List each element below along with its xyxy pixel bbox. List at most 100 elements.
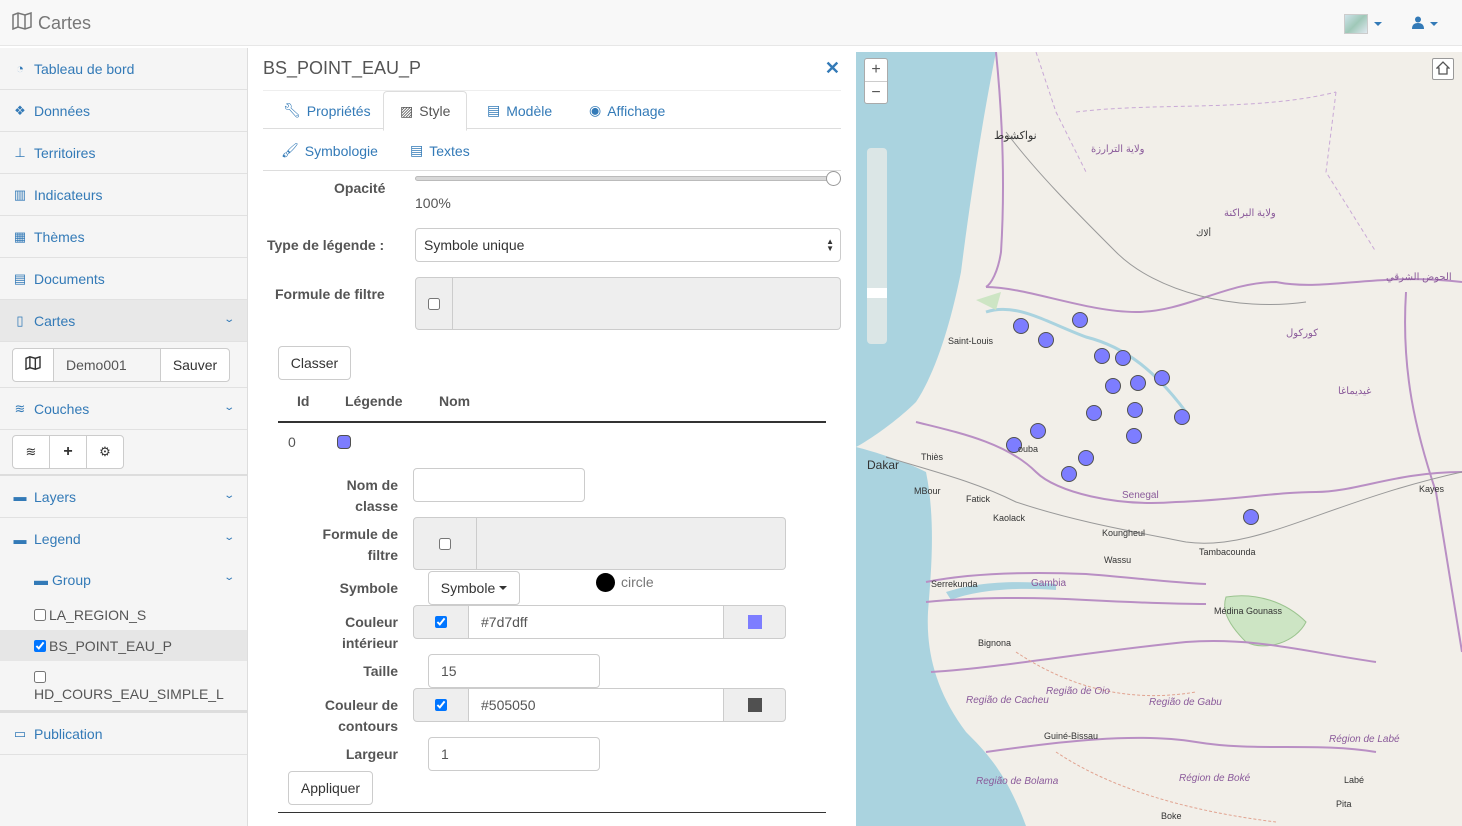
file-code-icon: ▤: [487, 102, 501, 118]
stroke-color-enable-checkbox[interactable]: [435, 699, 447, 711]
legend-layer-item[interactable]: LA_REGION_S: [0, 600, 247, 630]
sidebar-item-territories[interactable]: ⊥ Territoires: [0, 132, 247, 174]
stroke-color-picker[interactable]: [723, 688, 786, 722]
map-label: ولاية البراكنة: [1224, 208, 1276, 219]
map-select-button[interactable]: [12, 347, 54, 382]
map-label: Boke: [1161, 811, 1182, 821]
app-title: Cartes: [38, 13, 92, 33]
home-extent-button[interactable]: [1432, 58, 1454, 80]
close-icon[interactable]: ✕: [825, 58, 840, 79]
layer-visibility-checkbox[interactable]: [34, 671, 46, 683]
sidebar-item-label: Cartes: [34, 312, 76, 329]
map-label: Tambacounda: [1199, 547, 1256, 557]
map-label: Bignona: [978, 638, 1012, 648]
table-header-name: Nom: [439, 393, 471, 409]
opacity-slider-handle[interactable]: [826, 171, 841, 186]
tab-texts[interactable]: ▤ Textes: [394, 130, 486, 171]
symbol-name: circle: [621, 574, 654, 590]
map-label: Kaolack: [993, 513, 1026, 523]
opacity-label: Opacité: [334, 180, 386, 196]
zoom-slider[interactable]: [867, 148, 887, 344]
filter-textarea[interactable]: [453, 277, 841, 330]
size-input[interactable]: 15: [428, 654, 600, 688]
tab-bar: 🔧︎ Propriétés ▨ Style ▤ Modèle ◉ Affichage: [263, 90, 841, 131]
map-label: Fatick: [966, 494, 991, 504]
save-button[interactable]: Sauver: [160, 347, 230, 382]
classify-button[interactable]: Classer: [278, 346, 351, 380]
sidebar-item-data[interactable]: ❖ Données: [0, 90, 247, 132]
fill-color-addon: [413, 605, 469, 639]
sidebar-item-dashboard[interactable]: ◔ Tableau de bord: [0, 48, 247, 90]
map-label: Saint-Louis: [948, 336, 994, 346]
layer-visibility-checkbox[interactable]: [34, 639, 46, 652]
map-label: ألاك: [1196, 228, 1212, 238]
sidebar-item-indicators[interactable]: ▥ Indicateurs: [0, 174, 247, 216]
map-label: ouba: [1018, 444, 1039, 454]
zoom-out-button[interactable]: −: [865, 81, 887, 103]
sidebar-item-publication[interactable]: ▭ Publication: [0, 713, 247, 755]
class-filter-input-group: [413, 517, 786, 570]
class-name-input[interactable]: [413, 468, 585, 502]
sidebar-item-layers[interactable]: ▬ Layers ⌄: [0, 476, 247, 518]
sidebar-item-label: Publication: [34, 725, 103, 742]
zoom-in-button[interactable]: +: [865, 59, 887, 81]
app-brand[interactable]: Cartes: [12, 11, 92, 35]
tab-label: Affichage: [607, 102, 666, 119]
symbol-label: Symbole: [339, 580, 398, 596]
map-name-input[interactable]: Demo001: [53, 347, 161, 382]
add-layer-button[interactable]: +: [49, 435, 87, 469]
stroke-color-label: Couleur de contours: [324, 697, 398, 734]
map-icon: [25, 355, 41, 373]
zoom-slider-handle[interactable]: [867, 288, 887, 298]
sidebar-item-layers-section[interactable]: ≋ Couches ⌄: [0, 388, 247, 430]
stroke-color-input[interactable]: #505050: [468, 688, 724, 722]
sidebar-item-documents[interactable]: ▤ Documents: [0, 258, 247, 300]
layer-gear-icon: ⚙: [99, 444, 111, 459]
sidebar-item-themes[interactable]: ▦ Thèmes: [0, 216, 247, 258]
legend-layer-name: BS_POINT_EAU_P: [49, 637, 172, 654]
symbol-dropdown-button[interactable]: Symbole: [428, 571, 520, 605]
table-bottom-rule: [278, 812, 826, 813]
dashboard-icon: ◔: [16, 61, 24, 76]
fill-color-input[interactable]: #7d7dff: [468, 605, 724, 639]
row-id: 0: [288, 434, 296, 450]
legend-layer-item[interactable]: HD_COURS_EAU_SIMPLE_L: [0, 661, 247, 713]
tab-display[interactable]: ◉ Affichage: [573, 91, 681, 130]
fill-color-picker[interactable]: [723, 605, 786, 639]
fill-color-enable-checkbox[interactable]: [435, 616, 447, 628]
sidebar-item-legend[interactable]: ▬ Legend ⌄: [0, 518, 247, 560]
tab-model[interactable]: ▤ Modèle: [471, 91, 568, 130]
language-dropdown[interactable]: [1344, 14, 1382, 34]
class-filter-textarea[interactable]: [477, 517, 786, 570]
circle-symbol-icon: [596, 573, 615, 592]
tab-label: Textes: [429, 142, 470, 159]
user-dropdown[interactable]: [1412, 16, 1438, 32]
legend-layer-item[interactable]: BS_POINT_EAU_P: [0, 630, 247, 661]
tab-style[interactable]: ▨ Style: [383, 91, 468, 131]
tab-symbology[interactable]: 🖌︎ Symbologie: [265, 130, 394, 171]
layers-icon: ≋: [25, 444, 37, 459]
layers-stack-button[interactable]: ≋: [12, 435, 50, 469]
filter-enable-checkbox[interactable]: [428, 297, 440, 310]
fill-color-swatch: [747, 615, 762, 629]
map-label: Wassu: [1104, 555, 1132, 565]
sidebar-item-label: Thèmes: [34, 228, 85, 245]
layer-settings-button[interactable]: ⚙: [86, 435, 124, 469]
legend-type-select[interactable]: Symbole unique ▲ ▼: [415, 228, 841, 262]
opacity-slider[interactable]: [415, 176, 833, 181]
tab-properties[interactable]: 🔧︎ Propriétés: [267, 91, 387, 130]
legend-group[interactable]: ▬ Group ⌄: [0, 560, 247, 600]
class-filter-enable-checkbox[interactable]: [439, 537, 451, 550]
layer-toolbar: ≋ + ⚙: [0, 430, 247, 476]
width-input[interactable]: 1: [428, 737, 600, 771]
apply-button[interactable]: Appliquer: [288, 771, 373, 805]
map-label: MBour: [914, 486, 941, 496]
map-label: Région de Labé: [1329, 734, 1400, 745]
sidebar-item-maps[interactable]: ▯ Cartes ⌄: [0, 300, 247, 342]
fill-color-label: Couleur intérieur: [341, 614, 398, 651]
plus-icon: +: [63, 443, 73, 460]
layer-visibility-checkbox[interactable]: [34, 609, 46, 621]
map-label: Médina Gounass: [1214, 606, 1283, 616]
map-label: Région de Boké: [1179, 773, 1251, 784]
map-view[interactable]: + − نواكشوط ولاية الترارزة ولاية البراكن…: [856, 52, 1462, 826]
